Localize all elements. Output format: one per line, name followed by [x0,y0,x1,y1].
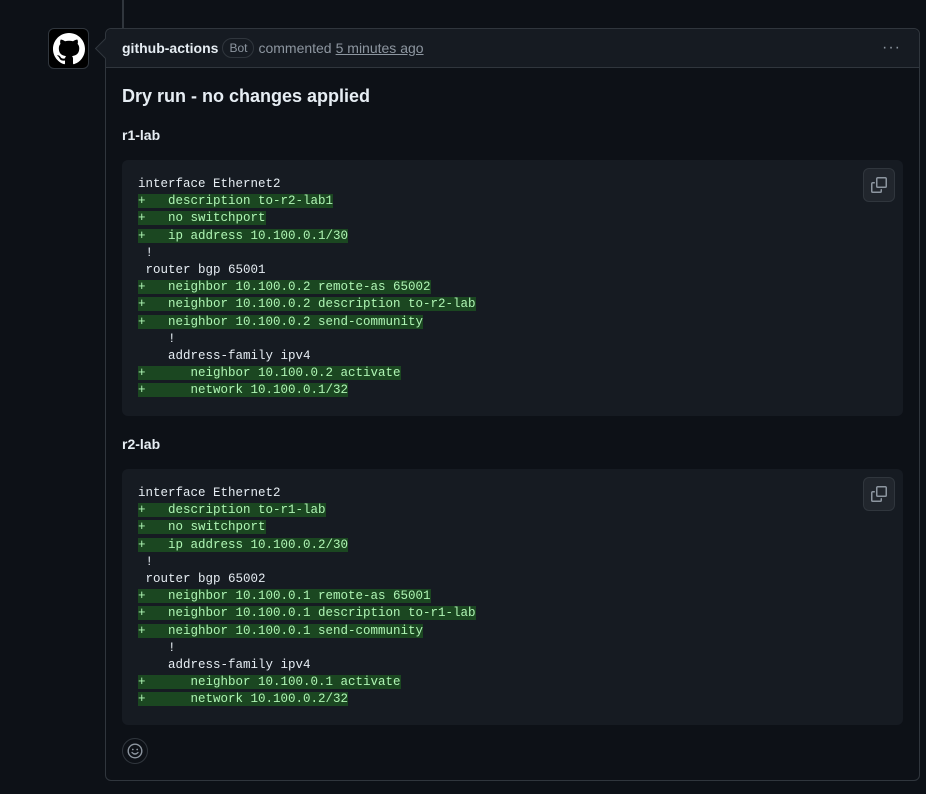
code-line-text: ! [138,640,176,655]
code-line-added: + network 10.100.0.1/32 [138,382,887,399]
code-line-added: + neighbor 10.100.0.1 remote-as 65001 [138,588,887,605]
code-line: ! [138,640,887,657]
code-lines: interface Ethernet2 + description to-r2-l… [138,176,887,400]
code-line-text: + no switchport [138,211,266,226]
code-line-text: interface Ethernet2 [138,486,281,500]
code-line-added: + description to-r2-lab1 [138,193,887,210]
code-line-added: + neighbor 10.100.0.2 remote-as 65002 [138,279,887,296]
smiley-icon [127,743,143,759]
comment-body: Dry run - no changes applied r1-lab inte… [106,68,919,725]
copy-icon [871,486,887,502]
code-line-text: + description to-r2-lab1 [138,194,334,209]
code-line-text: address-family ipv4 [138,658,311,673]
code-line-added: + neighbor 10.100.0.1 activate [138,674,887,691]
code-line-text: + ip address 10.100.0.2/30 [138,537,349,552]
code-line-added: + description to-r1-lab [138,502,887,519]
code-line-text: router bgp 65001 [138,263,266,278]
comment-title: Dry run - no changes applied [122,86,371,106]
avatar[interactable] [48,28,89,69]
section-r1: r1-lab interface Ethernet2 + description … [122,127,903,416]
code-line-added: + neighbor 10.100.0.1 send-community [138,623,887,640]
comment-box: github-actions Bot commented 5 minutes a… [105,28,920,781]
timeline-line [122,0,124,28]
code-line-text: + neighbor 10.100.0.2 activate [138,366,401,381]
code-line-text: + ip address 10.100.0.1/30 [138,228,349,243]
code-line-text: + no switchport [138,520,266,535]
code-line-text: + neighbor 10.100.0.1 send-community [138,623,424,638]
code-line: router bgp 65001 [138,262,887,279]
code-line-text: ! [138,554,154,569]
code-block: interface Ethernet2 + description to-r1-l… [122,469,903,725]
code-line-text: + network 10.100.0.1/32 [138,383,349,398]
code-line-text: + neighbor 10.100.0.2 description to-r2-… [138,297,476,312]
comment-header: github-actions Bot commented 5 minutes a… [106,29,919,68]
code-line-text: interface Ethernet2 [138,177,281,191]
code-line: interface Ethernet2 [138,485,887,502]
code-line-text: + neighbor 10.100.0.2 send-community [138,314,424,329]
code-block: interface Ethernet2 + description to-r2-l… [122,160,903,416]
code-line-text: address-family ipv4 [138,349,311,364]
code-line-text: ! [138,245,154,260]
bot-badge: Bot [222,38,255,58]
kebab-menu-icon[interactable]: ··· [882,39,901,57]
code-line: ! [138,331,887,348]
copy-button[interactable] [863,477,895,511]
code-line: address-family ipv4 [138,657,887,674]
code-line-added: + no switchport [138,210,887,227]
code-line-added: + neighbor 10.100.0.1 description to-r1-… [138,605,887,622]
code-line-added: + ip address 10.100.0.1/30 [138,228,887,245]
add-reaction-button[interactable] [122,738,148,764]
code-lines: interface Ethernet2 + description to-r1-l… [138,485,887,709]
code-line-text: ! [138,331,176,346]
code-line-added: + no switchport [138,519,887,536]
comment-timestamp-link[interactable]: 5 minutes ago [336,40,424,56]
code-line-text: + neighbor 10.100.0.1 remote-as 65001 [138,589,431,604]
code-line-text: + neighbor 10.100.0.1 description to-r1-… [138,606,476,621]
code-line-added: + neighbor 10.100.0.2 description to-r2-… [138,296,887,313]
copy-icon [871,177,887,193]
code-line: router bgp 65002 [138,571,887,588]
code-line-text: router bgp 65002 [138,572,266,587]
code-line: interface Ethernet2 [138,176,887,193]
section-title: r2-lab [122,436,161,452]
code-line-added: + neighbor 10.100.0.2 activate [138,365,887,382]
comment-author-link[interactable]: github-actions [122,40,218,56]
github-logo-icon [52,32,85,64]
code-line: address-family ipv4 [138,348,887,365]
code-line-added: + network 10.100.0.2/32 [138,691,887,708]
comment-action-text: commented [258,40,332,56]
section-title: r1-lab [122,127,161,143]
section-r2: r2-lab interface Ethernet2 + description … [122,436,903,725]
code-line: ! [138,245,887,262]
copy-button[interactable] [863,168,895,202]
code-line-text: + description to-r1-lab [138,503,326,518]
code-line-text: + neighbor 10.100.0.2 remote-as 65002 [138,280,431,295]
code-line-added: + ip address 10.100.0.2/30 [138,537,887,554]
code-line: ! [138,554,887,571]
code-line-text: + network 10.100.0.2/32 [138,692,349,707]
code-line-added: + neighbor 10.100.0.2 send-community [138,314,887,331]
code-line-text: + neighbor 10.100.0.1 activate [138,675,401,690]
